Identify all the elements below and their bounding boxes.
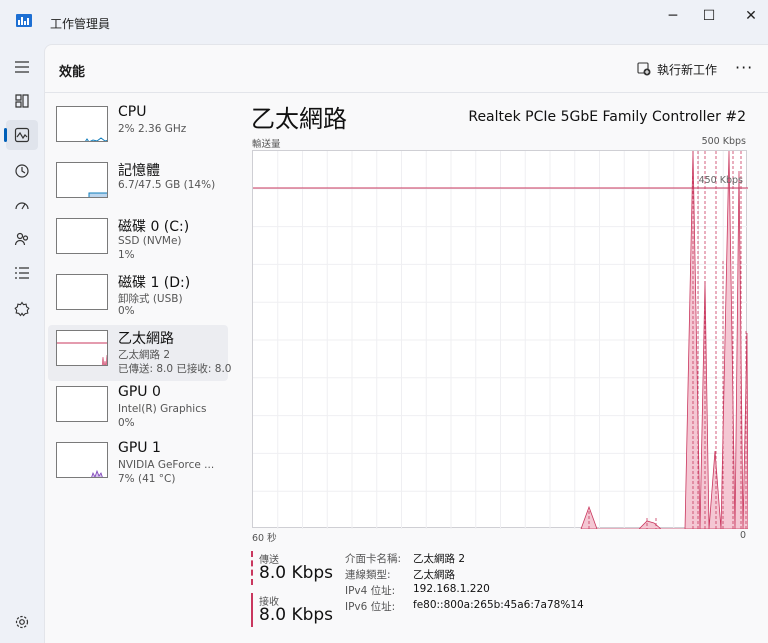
device-memory[interactable]: 記憶體 6.7/47.5 GB (14%) [48,157,228,213]
prop-value: fe80::800a:265b:45a6:7a78%14 [413,599,584,611]
device-cpu[interactable]: CPU 2% 2.36 GHz [48,101,228,157]
prop-value: 192.168.1.220 [413,583,490,595]
prop-value: 乙太網路 [413,569,455,581]
window-title: 工作管理員 [50,17,111,31]
task-manager-app-icon [16,14,32,27]
device-detail: 乙太網路 2 [118,349,171,361]
device-usage: 已傳送: 8.0 已接收: 8.0 [118,363,232,375]
new-task-icon [637,62,651,76]
receive-value: 8.0 Kbps [259,605,334,625]
maximize-button[interactable]: ☐ [686,0,732,32]
device-name: 乙太網路 [118,331,174,347]
scale-line-label: 450 Kbps [699,175,743,186]
x-right-label: 0 [739,530,746,541]
device-detail: SSD (NVMe) [118,235,182,247]
device-usage: 7% (41 °C) [118,473,176,485]
prop-row: 連線類型: 乙太網路 [345,567,584,583]
device-usage: 0% [118,305,135,317]
device-detail: 2% 2.36 GHz [118,123,187,135]
device-detail: 6.7/47.5 GB (14%) [118,179,216,191]
prop-row: 介面卡名稱: 乙太網路 2 [345,551,584,567]
main-content: 效能 執行新工作 ··· CPU 2% 2.36 GHz 記憶體 6.7/47.… [44,44,768,643]
run-new-task-button[interactable]: 執行新工作 [637,59,717,79]
disk-1-thumbnail [56,274,108,310]
chart-grid [253,151,748,529]
device-name: 記憶體 [118,163,160,179]
run-new-task-label: 執行新工作 [657,62,718,77]
device-usage: 0% [118,417,135,429]
nav-processes[interactable] [6,86,38,116]
detail-title: 乙太網路 [251,105,347,133]
adapter-model: Realtek PCIe 5GbE Family Controller #2 [468,109,746,125]
page-header: 效能 執行新工作 ··· [45,45,768,93]
send-value: 8.0 Kbps [259,563,334,583]
device-name: 磁碟 0 (C:) [118,219,190,235]
prop-key: 介面卡名稱: [345,553,402,565]
device-detail: Intel(R) Graphics [118,403,207,415]
x-left-label: 60 秒 [252,533,277,544]
throughput-chart: 450 Kbps [253,150,749,530]
device-detail: 卸除式 (USB) [118,293,183,305]
receive-legend-swatch [251,593,253,627]
performance-icon [14,127,30,143]
device-name: CPU [118,104,147,120]
gear-icon[interactable] [14,614,30,630]
more-options-button[interactable]: ··· [735,58,753,77]
app-history-icon [15,164,29,178]
gpu-1-thumbnail [56,442,108,478]
nav-users[interactable] [6,224,38,254]
disk-0-thumbnail [56,218,108,254]
close-icon: ✕ [745,8,757,24]
startup-icon [15,202,29,210]
device-usage: 1% [118,249,135,261]
device-detail: NVIDIA GeForce ... [118,459,215,471]
adapter-properties: 介面卡名稱: 乙太網路 2 連線類型: 乙太網路 IPv4 位址: 192.168.1… [345,551,584,615]
hamburger-icon [15,61,29,73]
cpu-thumbnail [56,106,108,142]
page-title: 效能 [59,65,86,80]
y-max-label: 500 Kbps [701,136,746,147]
users-icon [14,232,29,246]
title-bar: 工作管理員 ─ ☐ ✕ [0,0,768,44]
prop-row: IPv4 位址: 192.168.1.220 [345,583,584,599]
maximize-icon: ☐ [702,8,716,24]
device-ethernet[interactable]: 乙太網路 乙太網路 2 已傳送: 8.0 已接收: 8.0 [48,325,232,381]
minimize-icon: ─ [668,8,678,24]
device-gpu-1[interactable]: GPU 1 NVIDIA GeForce ... 7% (41 °C) [48,437,228,493]
nav-services[interactable] [6,294,38,324]
processes-icon [15,94,29,108]
prop-key: 連線類型: [345,569,391,581]
device-disk-0[interactable]: 磁碟 0 (C:) SSD (NVMe) 1% [48,213,228,269]
services-icon [14,301,30,317]
details-icon [15,267,29,279]
nav-performance[interactable] [4,120,38,150]
device-name: 磁碟 1 (D:) [118,275,191,291]
throughput-label: 輸送量 [252,139,281,150]
ethernet-thumbnail [56,330,108,366]
prop-row: IPv6 位址: fe80::800a:265b:45a6:7a78%14 [345,599,584,615]
device-gpu-0[interactable]: GPU 0 Intel(R) Graphics 0% [48,381,228,437]
nav-app-history[interactable] [6,156,38,186]
nav-startup[interactable] [6,190,38,220]
memory-thumbnail [56,162,108,198]
nav-rail [0,44,44,643]
device-name: GPU 1 [118,440,161,456]
throughput-graph: 450 Kbps [252,150,749,530]
device-disk-1[interactable]: 磁碟 1 (D:) 卸除式 (USB) 0% [48,269,228,325]
prop-value: 乙太網路 2 [413,553,466,565]
send-legend-swatch [251,551,253,585]
gpu-0-thumbnail [56,386,108,422]
device-list: CPU 2% 2.36 GHz 記憶體 6.7/47.5 GB (14%) 磁碟… [48,101,232,493]
device-name: GPU 0 [118,384,161,400]
prop-key: IPv6 位址: [345,601,396,613]
nav-details[interactable] [6,258,38,288]
prop-key: IPv4 位址: [345,585,396,597]
close-button[interactable]: ✕ [728,0,768,32]
nav-menu-button[interactable] [6,52,38,82]
